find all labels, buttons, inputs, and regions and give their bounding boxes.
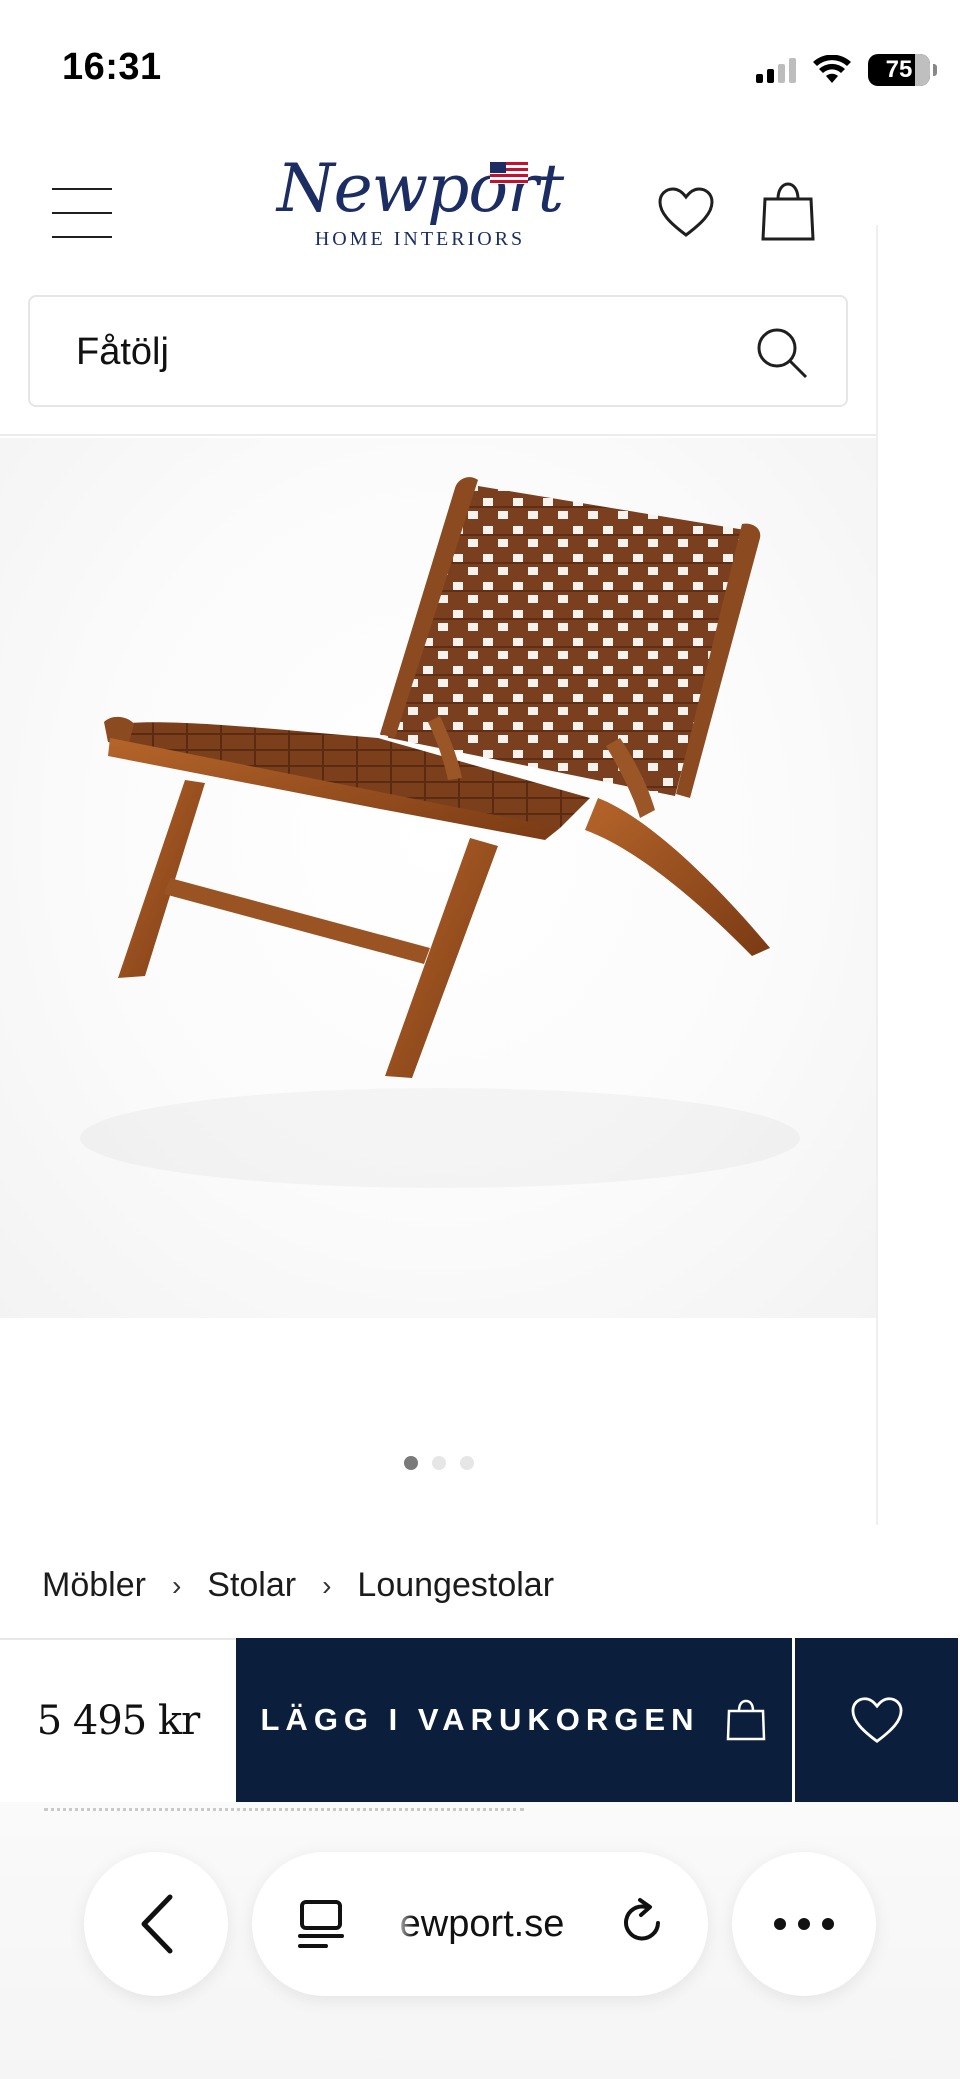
wifi-icon xyxy=(813,55,851,83)
browser-back-button[interactable] xyxy=(84,1852,228,1996)
breadcrumb-separator: › xyxy=(171,1569,182,1601)
search-icon[interactable] xyxy=(754,325,810,381)
product-page: 16:31 75 Newport HOME INTERIORS Fåtölj M… xyxy=(0,0,960,2079)
reload-icon[interactable] xyxy=(618,1897,668,1951)
add-to-cart-button[interactable]: LÄGG I VARUKORGEN xyxy=(236,1638,792,1802)
cart-button[interactable] xyxy=(756,180,820,244)
add-to-cart-label: LÄGG I VARUKORGEN xyxy=(260,1702,700,1737)
heart-icon xyxy=(658,187,714,237)
status-bar: 16:31 75 xyxy=(0,0,960,130)
content-peek xyxy=(44,1802,524,1812)
logo-tagline: HOME INTERIORS xyxy=(314,228,526,250)
breadcrumb-item-mobler[interactable]: Möbler xyxy=(42,1566,146,1605)
us-flag-icon xyxy=(490,162,528,184)
search-input[interactable]: Fåtölj xyxy=(28,295,848,407)
status-indicators: 75 xyxy=(756,52,937,88)
heart-icon xyxy=(851,1697,902,1744)
search-query: Fåtölj xyxy=(76,331,169,373)
buy-bar: 5 495 kr LÄGG I VARUKORGEN xyxy=(0,1638,960,1802)
gallery-dot-1[interactable] xyxy=(404,1456,418,1470)
logo-wordmark: Newport xyxy=(276,150,564,227)
shopping-bag-icon xyxy=(726,1699,765,1741)
breadcrumb-item-stolar[interactable]: Stolar xyxy=(207,1566,296,1605)
breadcrumb-separator: › xyxy=(322,1569,332,1601)
price-cell: 5 495 kr xyxy=(0,1638,236,1802)
gallery-pagination xyxy=(404,1456,474,1470)
browser-more-button[interactable] xyxy=(732,1852,876,1996)
site-header: Newport HOME INTERIORS xyxy=(0,140,876,290)
address-bar[interactable]: ewport.se xyxy=(252,1852,708,1996)
back-chevron-icon xyxy=(141,1894,173,1954)
url-text: ewport.se xyxy=(391,1902,565,1946)
menu-icon[interactable] xyxy=(52,188,112,238)
wishlist-button[interactable] xyxy=(654,180,718,244)
tabs-icon[interactable] xyxy=(296,1898,346,1950)
gallery-dot-3[interactable] xyxy=(460,1456,474,1470)
product-image[interactable] xyxy=(0,438,876,1318)
battery-level: 75 xyxy=(885,56,913,83)
breadcrumb-item-loungestolar[interactable]: Loungestolar xyxy=(357,1566,554,1605)
product-price: 5 495 kr xyxy=(36,1698,201,1744)
header-divider xyxy=(0,434,876,436)
lounge-chair-image xyxy=(104,477,770,1078)
gallery-dot-2[interactable] xyxy=(432,1456,446,1470)
breadcrumb: Möbler › Stolar › Loungestolar xyxy=(42,1566,554,1605)
status-time: 16:31 xyxy=(62,46,162,88)
more-icon xyxy=(774,1918,834,1930)
newport-logo[interactable]: Newport HOME INTERIORS xyxy=(260,156,580,276)
battery-icon: 75 xyxy=(868,54,937,86)
content-edge xyxy=(876,225,878,1525)
shopping-bag-icon xyxy=(761,182,815,241)
cellular-signal-icon xyxy=(756,57,796,83)
add-to-wishlist-button[interactable] xyxy=(792,1638,958,1802)
